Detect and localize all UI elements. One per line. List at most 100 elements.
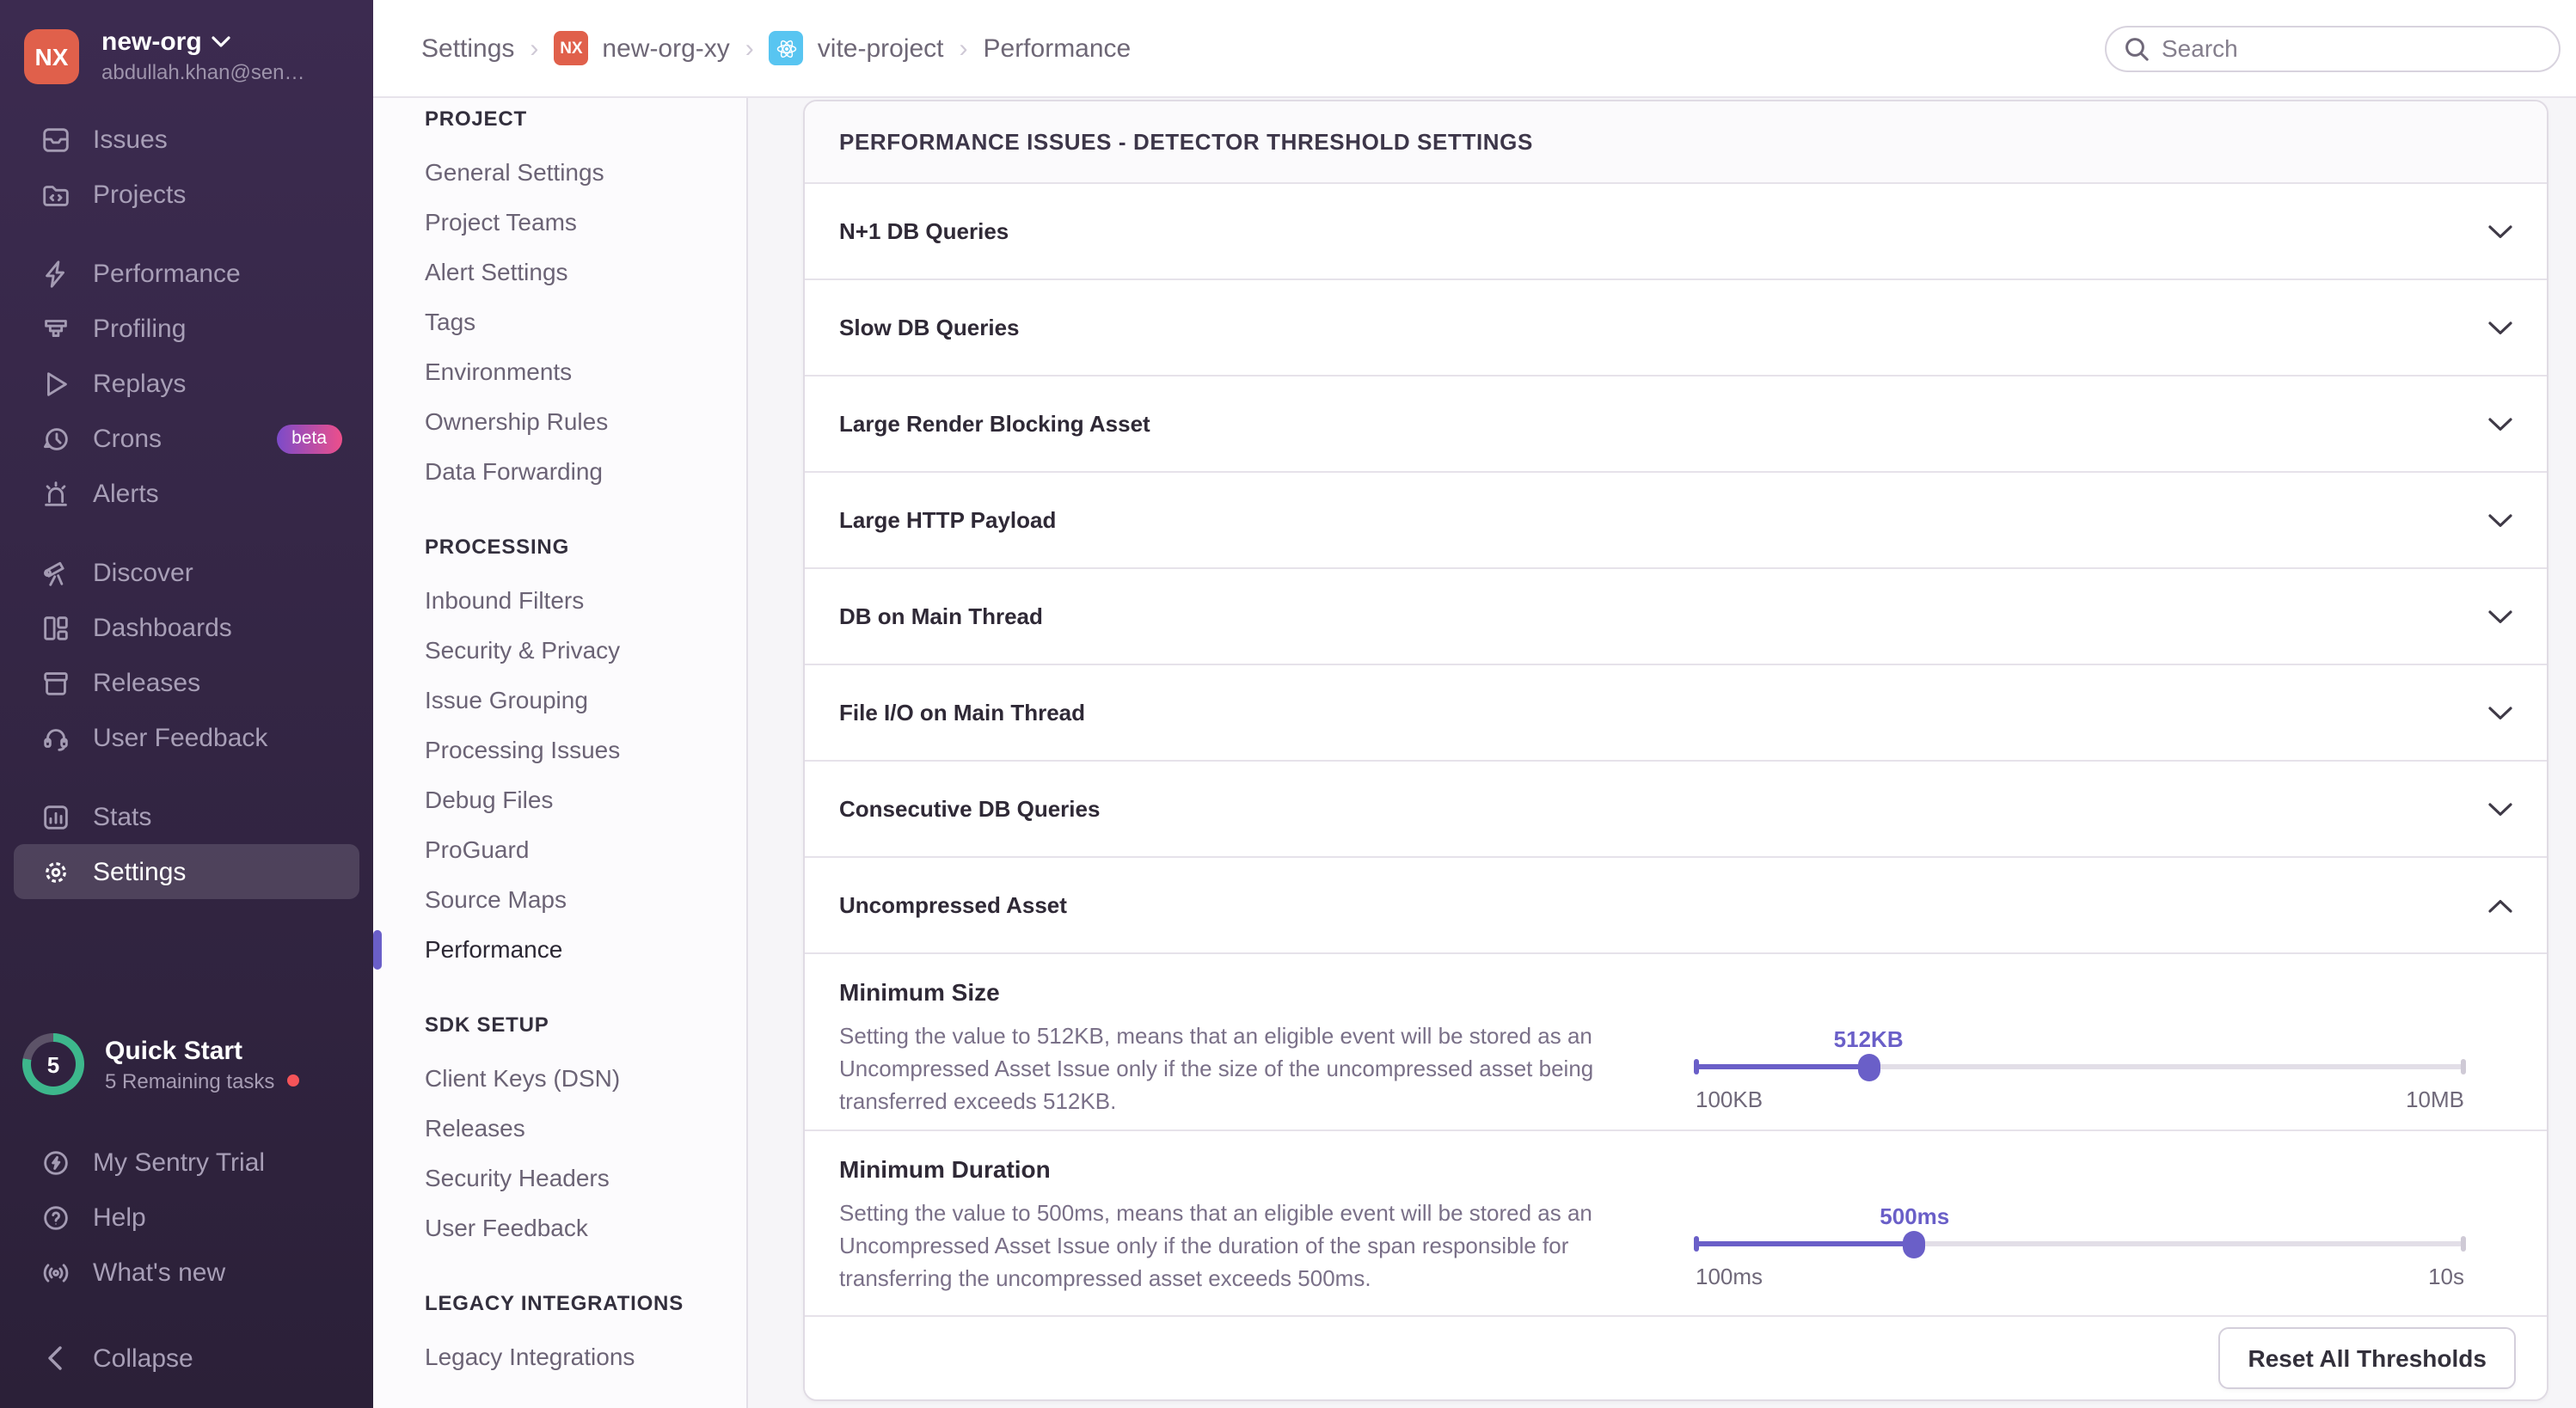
main-content: PERFORMANCE ISSUES - DETECTOR THRESHOLD … — [748, 98, 2576, 1408]
chevron-down-icon — [2488, 321, 2512, 334]
sidebar-item-stats[interactable]: Stats — [14, 789, 359, 844]
subnav-item-general-settings[interactable]: General Settings — [373, 148, 746, 198]
subnav-item-environments[interactable]: Environments — [373, 347, 746, 397]
subnav-item-source-maps[interactable]: Source Maps — [373, 875, 746, 925]
breadcrumb-label: new-org-xy — [602, 34, 729, 63]
sidebar-item-help[interactable]: Help — [14, 1190, 359, 1245]
threshold-settings-panel: PERFORMANCE ISSUES - DETECTOR THRESHOLD … — [803, 100, 2548, 1401]
profiling-icon — [38, 311, 72, 346]
breadcrumb-label: Settings — [421, 34, 514, 63]
slider-thumb[interactable] — [1904, 1230, 1926, 1258]
detector-row-slow-db-queries[interactable]: Slow DB Queries — [805, 280, 2547, 376]
reset-all-thresholds-button[interactable]: Reset All Thresholds — [2219, 1327, 2517, 1389]
detector-row-db-on-main-thread[interactable]: DB on Main Thread — [805, 569, 2547, 665]
sidebar-item-discover[interactable]: Discover — [14, 545, 359, 600]
detector-row-large-render-blocking-asset[interactable]: Large Render Blocking Asset — [805, 376, 2547, 473]
subnav-item-inbound-filters[interactable]: Inbound Filters — [373, 576, 746, 626]
sidebar-item-what-s-new[interactable]: What's new — [14, 1245, 359, 1300]
subnav-item-security-headers[interactable]: Security Headers — [373, 1154, 746, 1203]
org-email: abdullah.khan@sen… — [101, 60, 305, 84]
subnav-item-client-keys-dsn[interactable]: Client Keys (DSN) — [373, 1054, 746, 1104]
breadcrumb-item-vite-project[interactable]: vite-project — [770, 31, 944, 65]
breadcrumb-item-settings[interactable]: Settings — [421, 34, 514, 63]
sidebar-item-label: Alerts — [93, 479, 159, 508]
sidebar-item-label: Dashboards — [93, 613, 232, 642]
breadcrumb-separator: › — [530, 34, 538, 63]
app: NX new-org abdullah.khan@sen… IssuesProj… — [0, 0, 2576, 1408]
chevron-down-icon — [212, 36, 231, 48]
sidebar-item-label: Replays — [93, 369, 186, 398]
subnav-item-user-feedback[interactable]: User Feedback — [373, 1203, 746, 1253]
alerts-icon — [38, 476, 72, 511]
field-title: Minimum Duration — [839, 1155, 1630, 1183]
breadcrumb-item-performance[interactable]: Performance — [984, 34, 1132, 63]
breadcrumb-separator: › — [960, 34, 968, 63]
sidebar-item-profiling[interactable]: Profiling — [14, 301, 359, 356]
settings-subnav: PROJECT General SettingsProject TeamsAler… — [373, 98, 748, 1408]
subnav-item-ownership-rules[interactable]: Ownership Rules — [373, 397, 746, 447]
subnav-item-debug-files[interactable]: Debug Files — [373, 775, 746, 825]
threshold-slider: 512KB100KB10MB — [1696, 1033, 2464, 1112]
sidebar-item-performance[interactable]: Performance — [14, 246, 359, 301]
chevron-down-icon — [2488, 802, 2512, 816]
subnav-item-issue-grouping[interactable]: Issue Grouping — [373, 676, 746, 725]
projects-icon — [38, 177, 72, 211]
detector-row-uncompressed-asset[interactable]: Uncompressed Asset — [805, 858, 2547, 954]
detector-row-n-1-db-queries[interactable]: N+1 DB Queries — [805, 184, 2547, 280]
sidebar-item-alerts[interactable]: Alerts — [14, 466, 359, 521]
detector-row-consecutive-db-queries[interactable]: Consecutive DB Queries — [805, 762, 2547, 858]
slider-min-label: 100KB — [1696, 1087, 1763, 1112]
detector-label: N+1 DB Queries — [839, 218, 1009, 244]
org-switcher[interactable]: NX new-org abdullah.khan@sen… — [0, 0, 373, 84]
subnav-heading: PROJECT — [373, 103, 746, 134]
sidebar-item-replays[interactable]: Replays — [14, 356, 359, 411]
slider-thumb[interactable] — [1857, 1053, 1880, 1080]
sidebar-item-projects[interactable]: Projects — [14, 167, 359, 222]
slider-track[interactable] — [1696, 1064, 2464, 1069]
subnav-item-performance[interactable]: Performance — [373, 925, 746, 975]
slider-track[interactable] — [1696, 1241, 2464, 1246]
stats-icon — [38, 799, 72, 834]
chevron-down-icon — [2488, 513, 2512, 527]
sidebar-item-dashboards[interactable]: Dashboards — [14, 600, 359, 655]
sidebar-item-label: What's new — [93, 1258, 225, 1287]
sidebar-item-label: Help — [93, 1203, 146, 1232]
sidebar-item-crons[interactable]: Cronsbeta — [14, 411, 359, 466]
detector-row-file-i-o-on-main-thread[interactable]: File I/O on Main Thread — [805, 665, 2547, 762]
detector-row-large-http-payload[interactable]: Large HTTP Payload — [805, 473, 2547, 569]
quick-start[interactable]: 5 Quick Start 5 Remaining tasks — [0, 1025, 373, 1104]
slider-min-label: 100ms — [1696, 1264, 1763, 1289]
subnav-item-tags[interactable]: Tags — [373, 297, 746, 347]
subnav-item-alert-settings[interactable]: Alert Settings — [373, 248, 746, 297]
field-title: Minimum Size — [839, 978, 1630, 1006]
detector-label: Slow DB Queries — [839, 315, 1020, 340]
subnav-item-legacy-integrations[interactable]: Legacy Integrations — [373, 1332, 746, 1382]
react-platform-icon — [770, 31, 804, 65]
chevron-down-icon — [2488, 609, 2512, 623]
sidebar-item-label: User Feedback — [93, 723, 267, 752]
sidebar-item-my-sentry-trial[interactable]: My Sentry Trial — [14, 1135, 359, 1190]
subnav-item-project-teams[interactable]: Project Teams — [373, 198, 746, 248]
sidebar-item-releases[interactable]: Releases — [14, 655, 359, 710]
subnav-item-proguard[interactable]: ProGuard — [373, 825, 746, 875]
slider-value-label: 512KB — [1834, 1026, 1904, 1052]
chevron-up-icon — [2488, 898, 2512, 912]
chevron-down-icon — [2488, 224, 2512, 238]
subnav-item-security-privacy[interactable]: Security & Privacy — [373, 626, 746, 676]
sidebar-item-label: Settings — [93, 857, 186, 886]
detector-label: Large HTTP Payload — [839, 507, 1056, 533]
sidebar-collapse[interactable]: Collapse — [14, 1331, 359, 1386]
sidebar-item-issues[interactable]: Issues — [14, 112, 359, 167]
breadcrumb-item-new-org-xy[interactable]: NXnew-org-xy — [554, 31, 729, 65]
subnav-heading: PROCESSING — [373, 531, 746, 562]
subnav-item-data-forwarding[interactable]: Data Forwarding — [373, 447, 746, 497]
subnav-item-processing-issues[interactable]: Processing Issues — [373, 725, 746, 775]
sidebar-item-settings[interactable]: Settings — [14, 844, 359, 899]
search-input[interactable] — [2162, 34, 2542, 62]
slider-max-label: 10MB — [2406, 1087, 2464, 1112]
quick-start-subtitle: 5 Remaining tasks — [105, 1068, 274, 1093]
chevron-left-icon — [38, 1341, 72, 1375]
subnav-item-releases[interactable]: Releases — [373, 1104, 746, 1154]
breadcrumb-label: Performance — [984, 34, 1132, 63]
sidebar-item-user-feedback[interactable]: User Feedback — [14, 710, 359, 765]
